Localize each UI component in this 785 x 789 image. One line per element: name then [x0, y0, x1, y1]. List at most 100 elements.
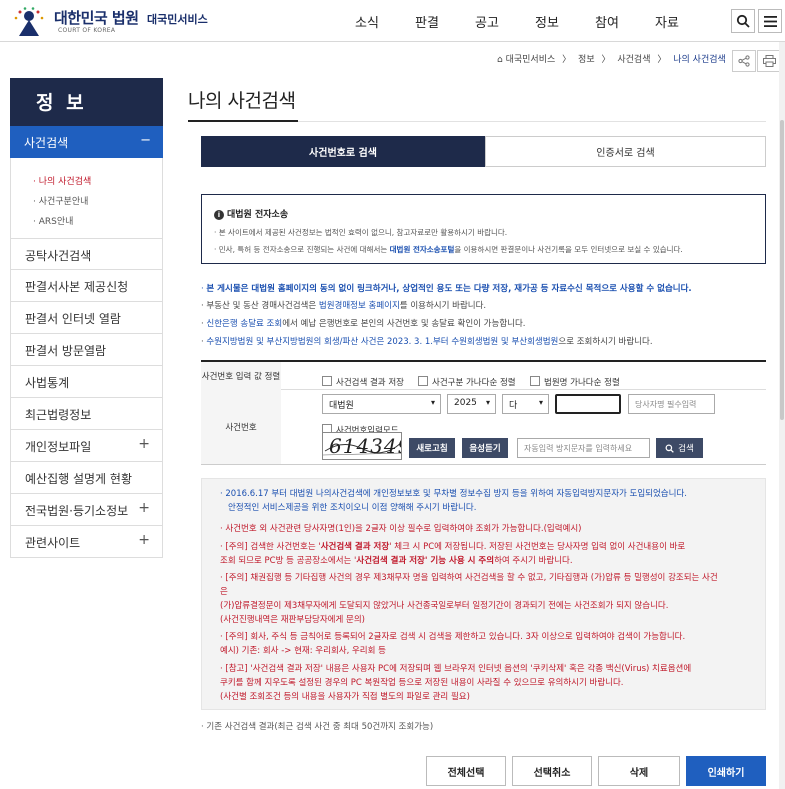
home-icon[interactable]: ⌂ — [497, 55, 503, 65]
sidebar-title: 정 보 — [10, 78, 163, 126]
delete-button[interactable]: 삭제 — [598, 756, 680, 786]
menu-button[interactable] — [758, 9, 782, 33]
sort-label: 사건번호 입력 값 정렬 — [201, 362, 281, 390]
print-page-button[interactable] — [757, 50, 781, 72]
court-select[interactable]: 대법원 ▾ — [322, 394, 441, 414]
court-emblem-icon[interactable] — [12, 6, 46, 38]
sidebar-item-budget[interactable]: 예산집행 설명게 현황 — [10, 462, 163, 494]
warning-item: 쿠키를 함께 지우도록 설정된 경우의 PC 복원작업 등으로 저장된 내용이 … — [220, 678, 624, 688]
e-litigation-portal-link[interactable]: 대법원 전자소송포털 — [390, 245, 455, 254]
checkbox-label: 사건검색 결과 저장 — [336, 378, 404, 388]
breadcrumb-current: 나의 사건검색 — [673, 55, 726, 65]
sidebar-item-case-search[interactable]: 사건검색 − — [10, 126, 163, 158]
sidebar-item-privacy-files[interactable]: 개인정보파일 + — [10, 430, 163, 462]
checkbox-label: 법원명 가나다순 정렬 — [544, 378, 620, 388]
bullet-text: 부동산 및 동산 경매사건검색은 — [206, 301, 319, 311]
warning-item: (가)압류결정문이 제3채무자에게 도달되지 않았거나 사건종국일로부터 일정기… — [220, 601, 669, 611]
warning-item: · [주의] 회사, 주식 등 금칙어로 등록되어 2글자로 검색 시 검색을 … — [220, 632, 686, 642]
case-number-input[interactable] — [555, 394, 621, 414]
submenu-my-case-search[interactable]: · 나의 사건검색 — [33, 174, 91, 187]
expand-icon: + — [138, 532, 150, 548]
submenu-ars-guide[interactable]: · ARS안내 — [33, 214, 73, 227]
warning-item: 안정적인 서비스제공을 위한 조치이오니 이점 양해해 주시기 바랍니다. — [228, 502, 476, 516]
chevron-down-icon: ▾ — [538, 398, 543, 407]
sidebar-item-judgment-copy[interactable]: 판결서사본 제공신청 — [10, 270, 163, 302]
recent-results-note: · 기존 사건검색 결과(최근 검색 사건 중 최대 50건까지 조회가능) — [201, 722, 434, 732]
sidebar-item-courts-info[interactable]: 전국법원·등기소정보 + — [10, 494, 163, 526]
warning-box: · 2016.6.17 부터 대법원 나의사건검색에 개인정보보호 및 무차별 … — [201, 478, 766, 710]
bullet-text: 본 게시물은 대법원 홈페이지의 동의 없이 링크하거나, 상업적인 용도 또는… — [206, 284, 692, 294]
checkbox-icon — [530, 375, 540, 386]
scrollbar-thumb[interactable] — [780, 120, 784, 420]
e-litigation-notice: i 대법원 전자소송 · 본 사이트에서 제공된 사건정보는 법적인 효력이 없으… — [201, 194, 766, 264]
logo-title[interactable]: 대한민국 법원 — [54, 7, 139, 28]
nav-notices[interactable]: 공고 — [475, 12, 499, 31]
warning-item: · [참고] '사건검색 결과 저장' 내용은 사용자 PC에 저장되며 웹 브… — [220, 664, 692, 674]
auction-site-link[interactable]: 법원경매정보 홈페이지 — [319, 301, 400, 311]
nav-judgments[interactable]: 판결 — [415, 12, 439, 31]
refresh-captcha-button[interactable]: 새로고침 — [409, 438, 455, 458]
nav-news[interactable]: 소식 — [355, 12, 379, 31]
print-button[interactable]: 인쇄하기 — [686, 756, 766, 786]
case-type-select[interactable]: 다 ▾ — [502, 394, 549, 414]
nav-participation[interactable]: 참여 — [595, 12, 619, 31]
sidebar-item-label: 판결서 인터넷 열람 — [25, 312, 121, 326]
deselect-button[interactable]: 선택취소 — [512, 756, 592, 786]
sidebar-item-laws[interactable]: 최근법령정보 — [10, 398, 163, 430]
warning-item: · [주의] 검색한 사건번호는 '사건검색 결과 저장' 체크 시 PC에 저… — [220, 541, 685, 555]
search-button[interactable] — [731, 9, 755, 33]
rehab-court-link[interactable]: 수원회생법원 및 부산회생법원 — [451, 337, 558, 347]
tab-case-number-search[interactable]: 사건번호로 검색 — [201, 136, 485, 167]
sidebar-item-related-sites[interactable]: 관련사이트 + — [10, 526, 163, 558]
court-select-value: 대법원 — [329, 401, 354, 411]
bullet-item: · 신한은행 송달료 조회에서 예납 은행번호로 본인의 사건번호 및 송달료 … — [201, 319, 526, 329]
sidebar-item-label: 판결서 방문열람 — [25, 344, 107, 358]
captcha-input[interactable]: 자동입력 방지문자를 입력하세요 — [517, 438, 650, 458]
save-result-checkbox[interactable]: 사건검색 결과 저장 — [322, 370, 404, 389]
service-name[interactable]: 대국민서비스 — [147, 11, 208, 27]
warning-item: 은 — [220, 587, 228, 597]
warning-text: 조회 되므로 PC방 등 공공장소에서는 ' — [220, 556, 357, 566]
listen-captcha-button[interactable]: 음성듣기 — [462, 438, 508, 458]
notice-text: 을 이용하시면 판결문이나 사건기록을 모두 인터넷으로 보실 수 있습니다. — [454, 245, 683, 254]
nav-resources[interactable]: 자료 — [655, 12, 679, 31]
bullet-text: 수원지방법원 및 부산지방법원의 회생/파산 사건은 2023. 3. 1.부터 — [206, 337, 452, 347]
sidebar-submenu: · 나의 사건검색 · 사건구분안내 · ARS안내 — [10, 158, 163, 238]
sidebar-item-label: 개인정보파일 — [25, 440, 92, 454]
sidebar-item-statistics[interactable]: 사법통계 — [10, 366, 163, 398]
warning-emphasis: 사건검색 결과 저장' 기능 사용 시 주의 — [356, 556, 495, 566]
share-button[interactable] — [732, 50, 756, 72]
nav-info[interactable]: 정보 — [535, 12, 559, 31]
sidebar-item-label: 사법통계 — [25, 376, 70, 390]
year-select[interactable]: 2025 ▾ — [447, 394, 496, 414]
tab-certificate-search[interactable]: 인증서로 검색 — [485, 136, 766, 167]
chevron-down-icon: ▾ — [430, 398, 435, 407]
search-submit-button[interactable]: 검색 — [656, 438, 703, 458]
search-icon — [665, 444, 674, 453]
select-all-button[interactable]: 전체선택 — [426, 756, 506, 786]
sort-court-name-checkbox[interactable]: 법원명 가나다순 정렬 — [530, 370, 620, 389]
sidebar-item-judgment-visit[interactable]: 판결서 방문열람 — [10, 334, 163, 366]
year-select-value: 2025 — [454, 398, 477, 408]
warning-text: ' 체크 시 PC에 저장됩니다. 저장된 사건번호는 당사자명 입력 없이 사… — [389, 542, 686, 552]
breadcrumb-item[interactable]: 대국민서비스 — [506, 55, 556, 65]
form-bottom-border — [201, 464, 766, 465]
submenu-case-type-guide[interactable]: · 사건구분안내 — [33, 194, 88, 207]
checkbox-label: 사건구분 가나다순 정렬 — [432, 378, 516, 388]
sort-case-type-checkbox[interactable]: 사건구분 가나다순 정렬 — [418, 370, 516, 389]
hamburger-icon — [763, 15, 777, 27]
warning-item: · [주의] 채권집행 등 기타집행 사건의 경우 제3채무자 명을 입력하여 … — [220, 573, 718, 583]
warning-item: 조회 되므로 PC방 등 공공장소에서는 '사건검색 결과 저장' 기능 사용 … — [220, 555, 573, 569]
breadcrumb-item[interactable]: 정보 — [578, 55, 595, 65]
chevron-down-icon: ▾ — [485, 398, 490, 407]
case-number-label: 사건번호 — [201, 390, 281, 464]
breadcrumb-item[interactable]: 사건검색 — [617, 55, 650, 65]
warning-text: 안정적인 서비스제공을 위한 조치이오니 이점 양해해 주시기 바랍니다. — [228, 503, 477, 513]
page-title: 나의 사건검색 — [188, 90, 296, 112]
shinhan-fee-link[interactable]: 신한은행 송달료 조회 — [206, 319, 282, 329]
share-icon — [738, 55, 750, 67]
party-name-input[interactable]: 당사자명 필수입력 — [628, 394, 715, 414]
sidebar-item-deposit-search[interactable]: 공탁사건검색 — [10, 238, 163, 270]
sidebar-item-judgment-online[interactable]: 판결서 인터넷 열람 — [10, 302, 163, 334]
printer-icon — [762, 55, 776, 67]
